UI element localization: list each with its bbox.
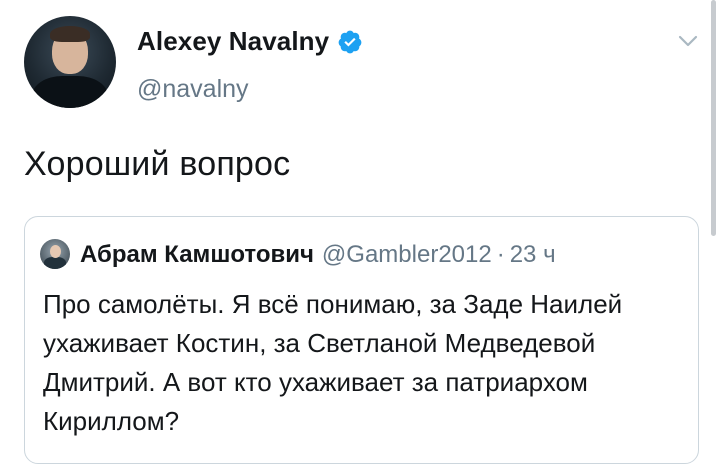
- quoted-tweet[interactable]: Абрам Камшотович @Gambler2012 · 23 ч Про…: [24, 216, 699, 464]
- quoted-tweet-time[interactable]: 23 ч: [510, 241, 556, 269]
- avatar-hair-shape: [50, 26, 90, 42]
- quoted-author-handle[interactable]: @Gambler2012: [322, 241, 492, 269]
- quoted-avatar-face-shape: [50, 245, 61, 258]
- tweet-card: Alexey Navalny @navalny Хороший вопрос А…: [0, 0, 720, 476]
- author-handle[interactable]: @navalny: [137, 75, 249, 104]
- author-name-row: Alexey Navalny: [137, 26, 363, 57]
- tweet-text: Хороший вопрос: [24, 145, 291, 183]
- quoted-author-avatar[interactable]: [40, 239, 70, 269]
- chevron-down-icon[interactable]: [678, 34, 698, 48]
- quoted-tweet-text: Про самолёты. Я всё понимаю, за Заде Наи…: [43, 289, 623, 436]
- avatar-body-shape: [32, 76, 108, 108]
- verified-badge-icon: [338, 30, 362, 53]
- scrollbar-thumb[interactable]: [711, 0, 716, 236]
- quoted-avatar-body-shape: [44, 257, 66, 269]
- quoted-author-display-name[interactable]: Абрам Камшотович: [80, 241, 314, 269]
- header-separator: ·: [496, 241, 505, 268]
- quoted-tweet-header: Абрам Камшотович @Gambler2012 · 23 ч: [80, 241, 556, 269]
- author-display-name[interactable]: Alexey Navalny: [137, 26, 329, 57]
- author-avatar[interactable]: [24, 16, 116, 108]
